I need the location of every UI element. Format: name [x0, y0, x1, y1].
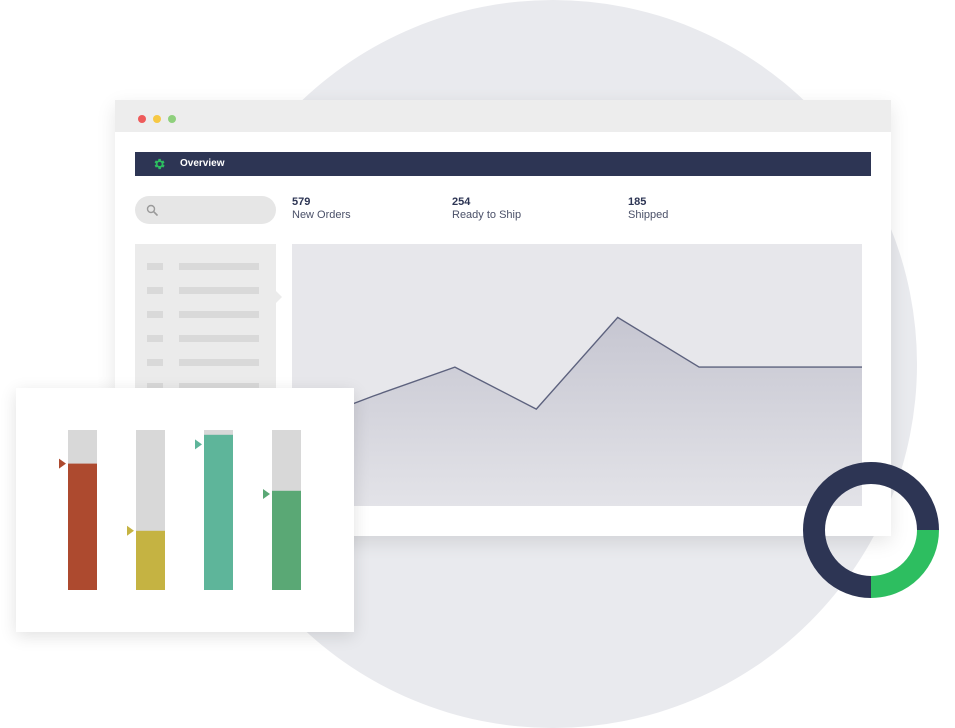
page-title: Overview — [180, 158, 225, 169]
target-marker — [195, 439, 202, 450]
stat-value: 185 — [628, 196, 647, 208]
area-chart-panel — [221, 244, 862, 506]
close-window-dot[interactable] — [138, 115, 146, 123]
sidebar-item-icon — [147, 335, 163, 342]
sidebar-item-label — [179, 287, 259, 294]
gear-icon[interactable] — [152, 157, 166, 171]
sidebar-item-icon — [147, 359, 163, 366]
bar — [204, 434, 233, 590]
area-chart — [221, 316, 862, 506]
target-marker — [263, 489, 270, 499]
donut-slice — [870, 529, 939, 598]
stat-new-orders: 579 New Orders — [292, 196, 351, 222]
bar-chart — [59, 430, 301, 590]
sidebar-item-label — [179, 359, 259, 366]
stat-label: New Orders — [292, 209, 351, 221]
bar — [68, 463, 97, 590]
minimize-window-dot[interactable] — [153, 115, 161, 123]
sidebar-item-icon — [147, 311, 163, 318]
stat-label: Ready to Ship — [452, 209, 522, 221]
sidebar-item-label — [179, 263, 259, 270]
stat-ready-to-ship: 254 Ready to Ship — [452, 196, 521, 222]
sidebar-item-icon — [147, 263, 163, 270]
sidebar-item-label — [179, 335, 259, 342]
sidebar-item-label — [179, 311, 259, 318]
search-input[interactable] — [135, 196, 276, 224]
bar — [272, 490, 301, 590]
search-icon — [146, 204, 158, 216]
donut-chart — [803, 462, 939, 598]
stat-value: 254 — [452, 196, 471, 208]
sidebar — [135, 244, 276, 394]
bar — [136, 530, 165, 590]
area-fill — [222, 317, 862, 506]
target-marker — [127, 525, 134, 536]
target-marker — [59, 458, 66, 469]
maximize-window-dot[interactable] — [168, 115, 176, 123]
bar-chart-card — [16, 388, 354, 632]
stat-shipped: 185 Shipped — [628, 196, 668, 222]
stat-value: 579 — [292, 196, 311, 208]
window-titlebar — [115, 100, 891, 132]
top-navbar: Overview — [135, 152, 871, 176]
stat-label: Shipped — [628, 209, 669, 221]
sidebar-notch — [276, 291, 282, 303]
sidebar-item-icon — [147, 287, 163, 294]
